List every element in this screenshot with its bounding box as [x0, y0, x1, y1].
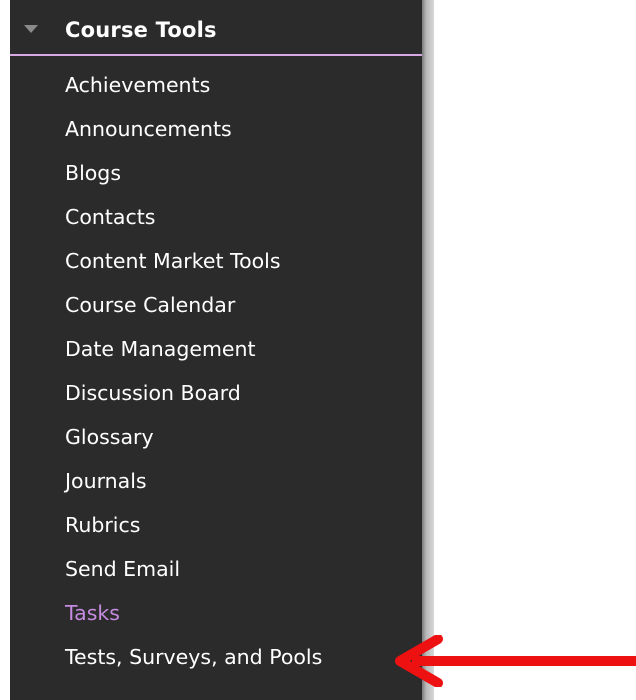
- menu-item-tasks[interactable]: Tasks: [10, 591, 322, 635]
- menu-item-achievements[interactable]: Achievements: [10, 63, 322, 107]
- menu-item-tests-surveys-pools[interactable]: Tests, Surveys, and Pools: [10, 635, 322, 679]
- course-tools-header[interactable]: Course Tools: [10, 6, 422, 56]
- menu-item-journals[interactable]: Journals: [10, 459, 322, 503]
- course-tools-panel: Course Tools Achievements Announcements …: [10, 0, 422, 700]
- menu-item-send-email[interactable]: Send Email: [10, 547, 322, 591]
- menu-item-content-market-tools[interactable]: Content Market Tools: [10, 239, 322, 283]
- menu-item-announcements[interactable]: Announcements: [10, 107, 322, 151]
- course-tools-title: Course Tools: [65, 18, 217, 42]
- menu-item-course-calendar[interactable]: Course Calendar: [10, 283, 322, 327]
- collapse-caret-icon[interactable]: [24, 25, 38, 33]
- menu-item-glossary[interactable]: Glossary: [10, 415, 322, 459]
- menu-item-contacts[interactable]: Contacts: [10, 195, 322, 239]
- menu-item-discussion-board[interactable]: Discussion Board: [10, 371, 322, 415]
- panel-scroll-edge[interactable]: [422, 0, 434, 700]
- red-arrow-icon: [395, 635, 636, 687]
- menu-item-rubrics[interactable]: Rubrics: [10, 503, 322, 547]
- menu-item-blogs[interactable]: Blogs: [10, 151, 322, 195]
- menu-item-date-management[interactable]: Date Management: [10, 327, 322, 371]
- course-tools-menu: Achievements Announcements Blogs Contact…: [10, 63, 322, 679]
